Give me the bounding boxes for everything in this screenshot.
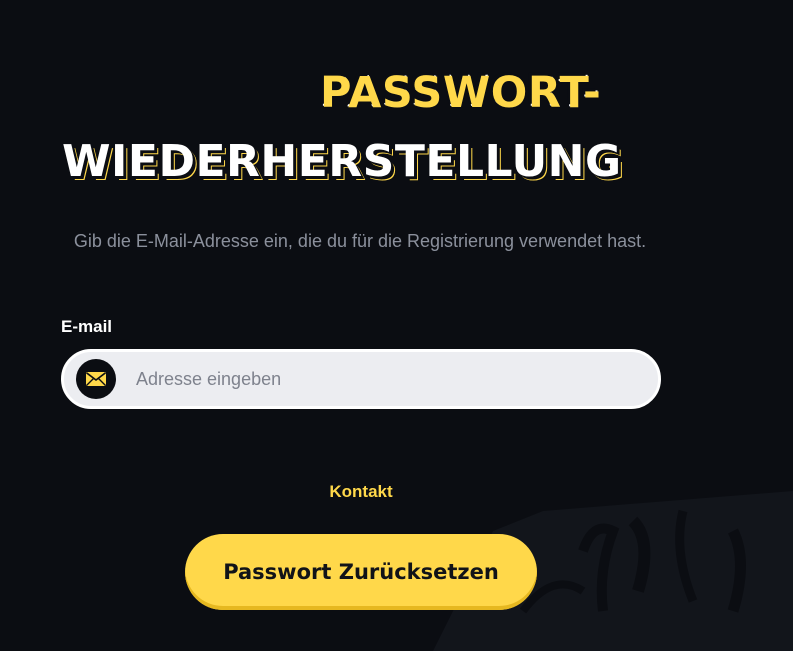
page-subtitle: Gib die E-Mail-Adresse ein, die du für d… <box>73 231 647 251</box>
contact-link[interactable]: Kontakt <box>0 482 722 502</box>
page-title-line-1: PASSWORT- <box>320 68 602 118</box>
reset-password-button[interactable]: Passwort Zurücksetzen <box>185 534 537 610</box>
page-title-line-2: WIEDERHERSTELLUNG <box>62 136 622 187</box>
envelope-icon <box>76 359 116 399</box>
email-field-container <box>61 349 661 409</box>
email-field-label: E-mail <box>61 317 113 336</box>
email-input[interactable] <box>134 367 618 391</box>
